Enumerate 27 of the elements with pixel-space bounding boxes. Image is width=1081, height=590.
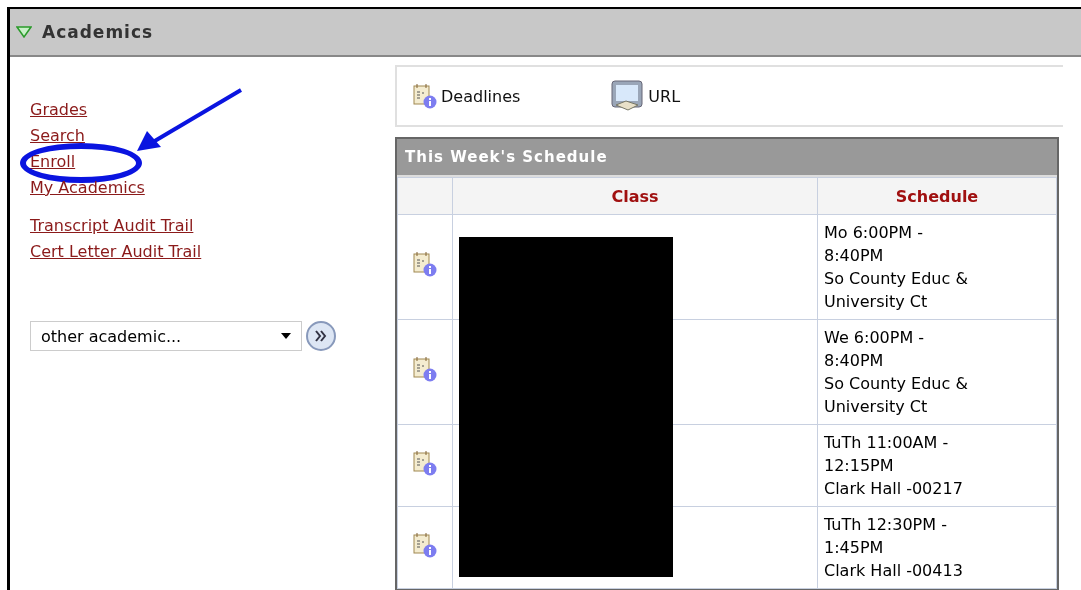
- go-button[interactable]: [306, 321, 336, 351]
- calendar-info-icon[interactable]: [413, 531, 437, 558]
- academics-link[interactable]: Search: [30, 126, 85, 145]
- academic-dropdown[interactable]: other academic...: [30, 321, 302, 351]
- double-chevron-icon: [314, 330, 328, 342]
- toolbar-link[interactable]: URL: [610, 79, 681, 113]
- calendar-info-icon[interactable]: [413, 449, 437, 476]
- schedule-cell: TuTh 12:30PM - 1:45PM Clark Hall -00413: [817, 506, 1057, 589]
- monitor-book-icon[interactable]: [610, 79, 645, 113]
- toolbar-link[interactable]: Deadlines: [413, 83, 521, 109]
- dropdown-caret-icon: [281, 333, 291, 339]
- audit-trail-link[interactable]: Cert Letter Audit Trail: [30, 239, 202, 265]
- schedule-cell: Mo 6:00PM - 8:40PM So County Educ & University Ct: [817, 214, 1057, 320]
- column-header: Schedule: [817, 177, 1057, 215]
- column-header: Class: [452, 177, 818, 215]
- table-title: This Week's Schedule: [397, 139, 1057, 177]
- calendar-info-icon[interactable]: [413, 83, 437, 109]
- schedule-cell: TuTh 11:00AM - 12:15PM Clark Hall -00217: [817, 424, 1057, 507]
- audit-trail-link[interactable]: Transcript Audit Trail: [30, 213, 194, 239]
- calendar-info-icon[interactable]: [413, 251, 437, 277]
- calendar-info-icon[interactable]: [413, 356, 437, 382]
- schedule-cell: We 6:00PM - 8:40PM So County Educ & University Ct: [817, 319, 1057, 425]
- academics-link[interactable]: Grades: [30, 100, 88, 119]
- panel-title: Academics: [42, 22, 154, 42]
- academics-link[interactable]: Enroll: [30, 152, 76, 171]
- collapse-triangle-icon[interactable]: [16, 26, 32, 38]
- academics-link[interactable]: My Academics: [30, 178, 145, 197]
